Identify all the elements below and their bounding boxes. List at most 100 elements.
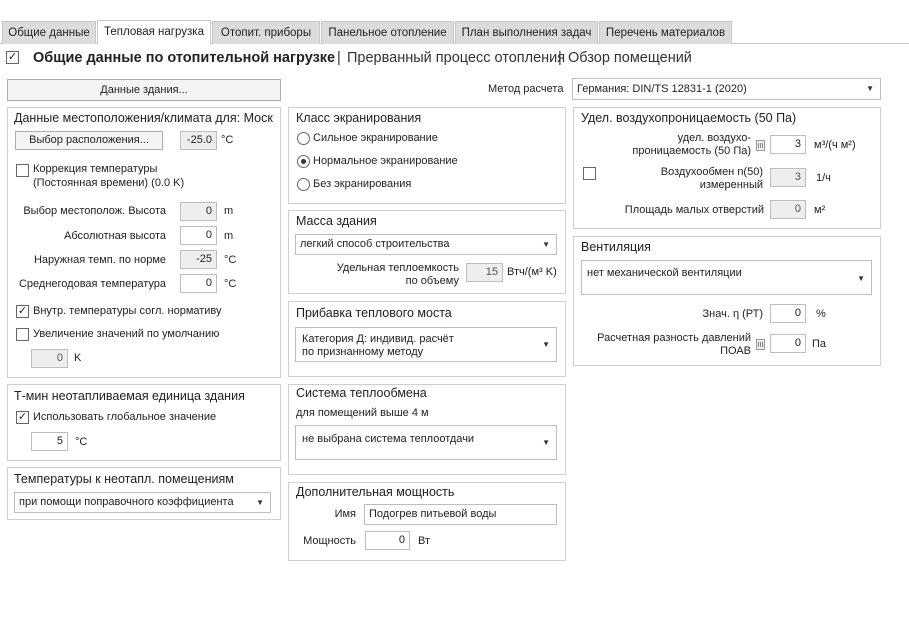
perm-unit: м³/(ч м²) [814,139,856,151]
calculator-icon[interactable] [756,140,765,151]
tab-materials-list[interactable]: Перечень материалов [599,21,732,44]
pressure-unit: Па [812,338,827,350]
mass-value: легкий способ строительства [300,238,450,250]
temp-correction-label-2: (Постоянная времени) (0.0 K) [33,177,185,189]
perm-field[interactable]: 3 [770,135,806,154]
ventilation-select[interactable]: нет механической вентиляции ▼ [581,260,872,295]
unheated-value: при помощи поправочного коэффициента [19,496,234,508]
ventilation-value: нет механической вентиляции [587,267,742,279]
additional-power-unit: Вт [418,535,431,547]
altitude-unit: m [224,205,234,217]
abs-height-unit: m [224,230,234,242]
shielding-normal-label: Нормальное экранирование [313,155,458,167]
chevron-down-icon: ▼ [542,240,550,249]
increase-defaults-checkbox[interactable] [16,328,29,341]
building-data-button[interactable]: Данные здания... [7,79,281,101]
additional-name-label: Имя [334,508,356,520]
page-title: Общие данные по отопительной нагрузке [33,50,336,66]
bridge-value-2: по признанному методу [302,346,424,358]
header-separator-1: | [337,50,341,66]
air-permeability-title: Удел. воздухопроницаемость (50 Па) [581,111,797,125]
eta-field[interactable]: 0 [770,304,806,323]
chevron-down-icon: ▼ [866,84,874,93]
heat-exchange-value: не выбрана система теплоотдачи [302,433,475,445]
unheated-select[interactable]: при помощи поправочного коэффициента ▼ [14,492,271,513]
outdoor-temp-label: Наружная темп. по норме [33,254,166,266]
mass-select[interactable]: легкий способ строительства ▼ [295,234,557,255]
method-value: Германия: DIN/TS 12831-1 (2020) [577,83,747,95]
bridge-value-1: Категория Д: индивид. расчёт [302,333,454,345]
tmin-unit: °C [75,436,88,448]
bridge-title: Прибавка теплового моста [296,306,452,320]
holes-unit: м² [814,204,826,216]
calculator-icon[interactable] [756,339,765,350]
bridge-select[interactable]: Категория Д: индивид. расчёт по признанн… [295,327,557,362]
capacity-unit: Втч/(м³ K) [507,266,557,278]
eta-unit: % [816,308,826,320]
tmin-title: Т-мин неотапливаемая единица здания [14,389,245,403]
exchange-label-1: Воздухообмен n(50) [660,166,763,178]
additional-power-label: Мощность [303,535,356,547]
perm-label-1: удел. воздухо- [677,132,751,144]
method-label: Метод расчета [488,83,564,95]
capacity-label-1: Удельная теплоемкость [336,262,459,274]
increase-defaults-label: Увеличение значений по умолчанию [33,328,220,340]
measured-exchange-checkbox[interactable] [583,167,596,180]
altitude-label: Выбор местополож. Высота [23,205,166,217]
shielding-strong-label: Сильное экранирование [313,132,438,144]
mass-title: Масса здания [296,214,377,228]
chevron-down-icon: ▼ [256,498,264,507]
shielding-normal-radio[interactable] [297,155,310,168]
annual-temp-unit: °C [224,278,237,290]
header-checkbox[interactable]: ✓ [6,51,19,64]
annual-temp-label: Среднегодовая температура [18,278,166,290]
method-select[interactable]: Германия: DIN/TS 12831-1 (2020) ▼ [572,78,881,100]
additional-name-field[interactable]: Подогрев питьевой воды [364,504,557,525]
location-temp-unit: °C [221,134,234,146]
pressure-label-1: Расчетная разность давлений [597,332,751,344]
shielding-none-radio[interactable] [297,178,310,191]
tab-heating-devices[interactable]: Отопит. приборы [212,21,320,44]
tab-panel-heating[interactable]: Панельное отопление [321,21,454,44]
header-separator-2: | [558,50,562,66]
link-room-overview[interactable]: Обзор помещений [568,50,692,66]
link-interrupted-heating[interactable]: Прерванный процесс отопления [347,50,565,66]
eta-label: Знач. η (РТ) [702,308,764,320]
shielding-title: Класс экранирования [296,111,422,125]
tab-heating-load[interactable]: Тепловая нагрузка [97,20,211,45]
tab-general-data[interactable]: Общие данные [2,21,96,44]
chevron-down-icon: ▼ [542,438,550,447]
outdoor-temp-field: -25 [180,250,217,269]
exchange-field: 3 [770,168,806,187]
capacity-label-2: по объему [405,275,459,287]
capacity-field: 15 [466,263,503,282]
pressure-field[interactable]: 0 [770,334,806,353]
temp-correction-label-1: Коррекция температуры [33,163,158,175]
shielding-strong-radio[interactable] [297,132,310,145]
exchange-label-2: измеренный [699,179,763,191]
select-location-button[interactable]: Выбор расположения... [15,131,163,150]
chevron-down-icon: ▼ [857,274,865,283]
temp-correction-checkbox[interactable] [16,164,29,177]
altitude-field: 0 [180,202,217,221]
chevron-down-icon: ▼ [542,340,550,349]
unheated-title: Температуры к неотапл. помещениям [14,472,234,486]
holes-label: Площадь малых отверстий [624,204,764,216]
abs-height-label: Абсолютная высота [64,230,166,242]
increase-unit: K [74,352,82,364]
abs-height-field[interactable]: 0 [180,226,217,245]
additional-power-field[interactable]: 0 [365,531,410,550]
exchange-unit: 1/ч [816,172,831,184]
tab-task-plan[interactable]: План выполнения задач [455,21,598,44]
shielding-none-label: Без экранирования [313,178,412,190]
annual-temp-field[interactable]: 0 [180,274,217,293]
perm-label-2: проницаемость (50 Па) [632,145,751,157]
heat-exchange-select[interactable]: не выбрана система теплоотдачи ▼ [295,425,557,460]
location-title: Данные местоположения/климата для: Моск [14,111,273,125]
tmin-value-field[interactable]: 5 [31,432,68,451]
global-value-label: Использовать глобальное значение [33,411,217,423]
internal-norm-label: Внутр. температуры согл. нормативу [33,305,222,317]
global-value-checkbox[interactable]: ✓ [16,411,29,424]
internal-norm-checkbox[interactable]: ✓ [16,305,29,318]
heat-exchange-subtitle: для помещений выше 4 м [296,407,429,419]
